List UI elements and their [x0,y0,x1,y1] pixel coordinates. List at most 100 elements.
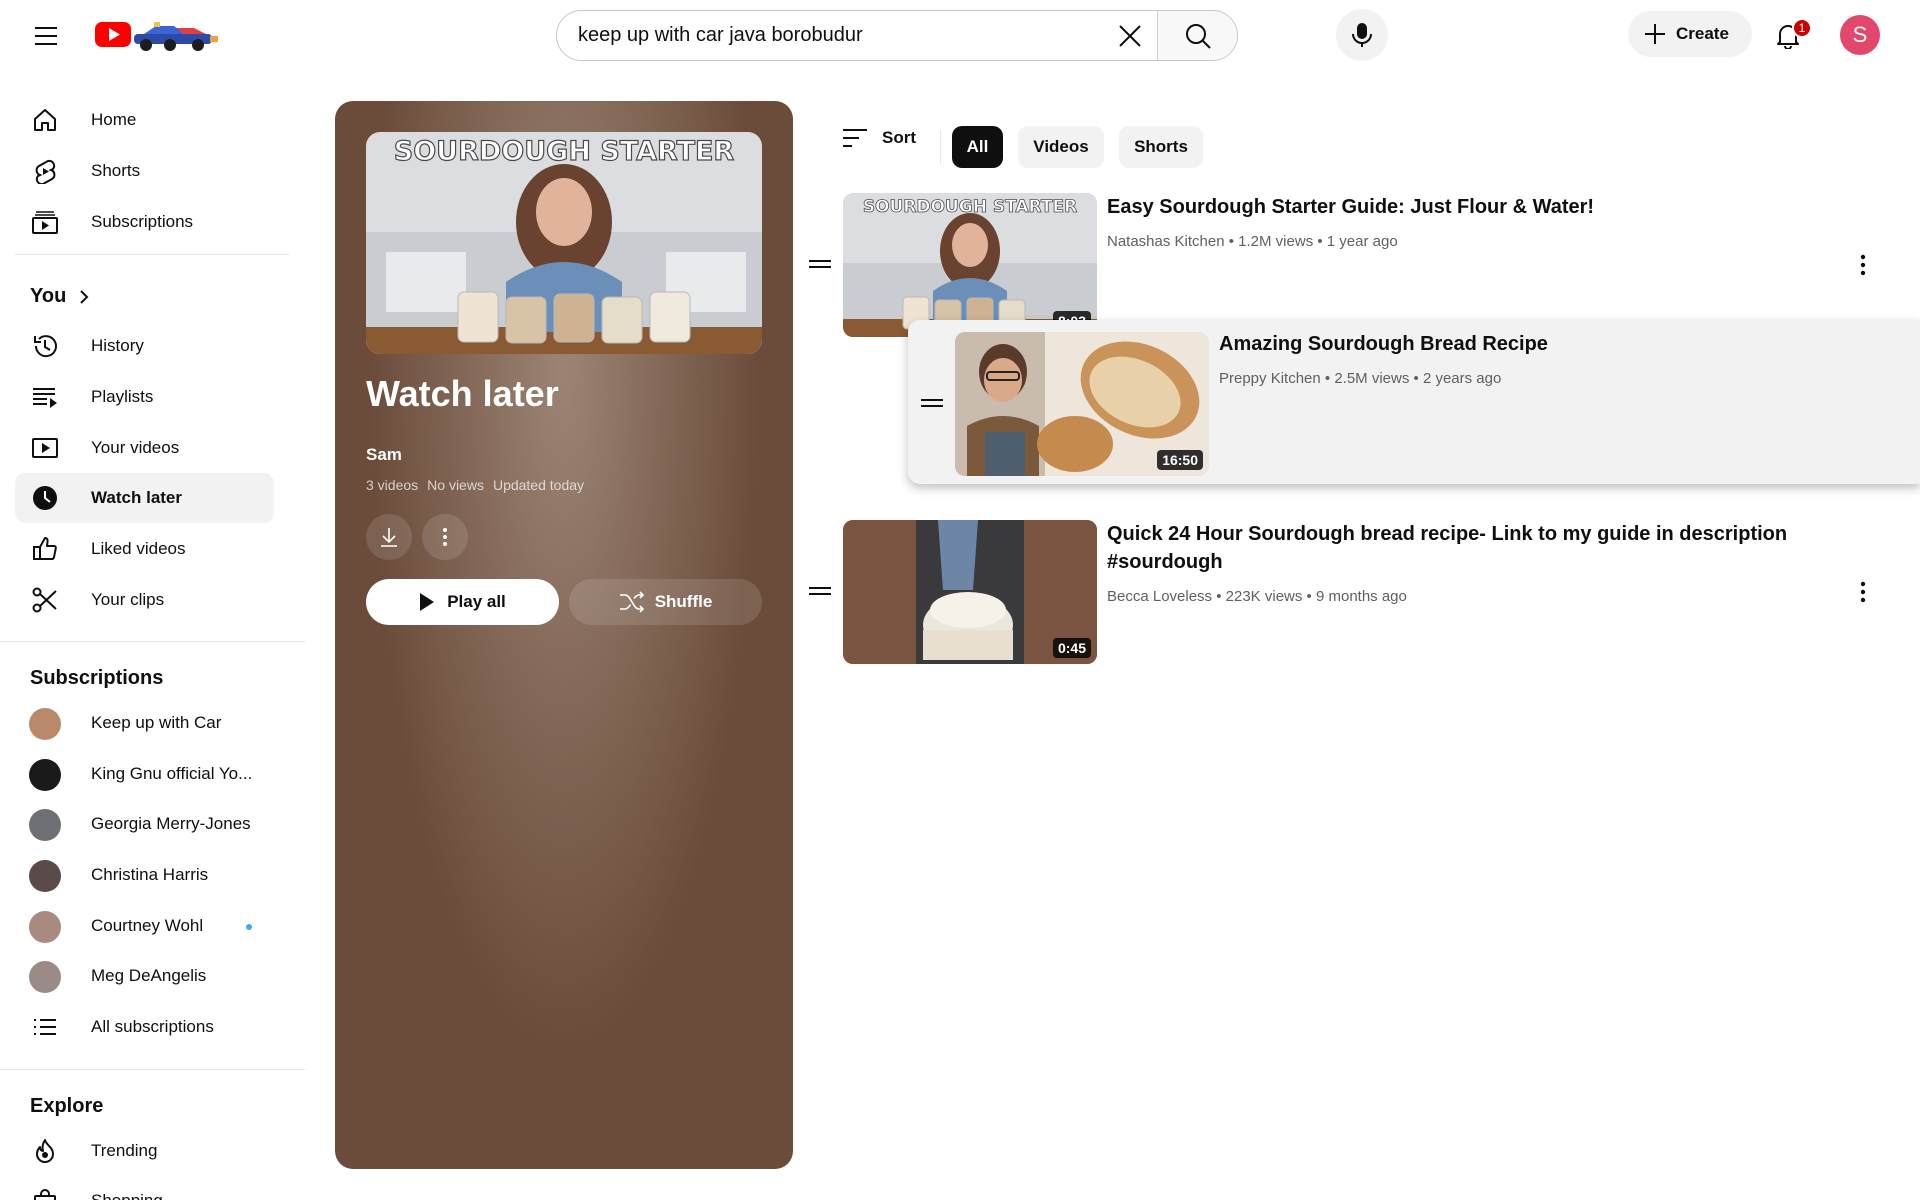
channel-name[interactable]: Becca Loveless [1107,588,1212,605]
explore-title: Explore [30,1095,104,1117]
video-title[interactable]: Easy Sourdough Starter Guide: Just Flour… [1107,193,1807,221]
menu-icon[interactable] [24,14,68,58]
sidebar-item-shopping[interactable]: Shopping [15,1176,274,1200]
channel-avatar [29,708,61,740]
close-icon[interactable] [1103,11,1157,60]
search-button[interactable] [1157,11,1237,60]
you-title: You [30,284,67,307]
video-thumbnail[interactable]: 16:50 [955,332,1209,476]
divider [940,130,941,164]
duration-badge: 0:45 [1052,638,1091,658]
sidebar-item-your-clips[interactable]: Your clips [15,575,274,625]
meta-separator: • [1317,233,1327,250]
drag-handle-icon[interactable] [808,257,832,271]
sidebar-you-header[interactable]: You [15,271,274,321]
video-menu-button[interactable] [1843,572,1883,612]
sidebar-item-label: Playlists [91,387,154,406]
subscriptions-title: Subscriptions [30,667,164,689]
download-button[interactable] [366,514,412,560]
subscription-label: Courtney Wohl [91,916,204,935]
duration-badge: 16:50 [1157,450,1203,470]
sidebar-item-label: Shopping [91,1191,163,1200]
search-input[interactable] [557,11,1103,60]
microphone-icon [1352,23,1372,47]
subscription-item[interactable]: Courtney Wohl [15,901,274,951]
playlist-owner[interactable]: Sam [366,445,402,465]
sidebar-item-label: Trending [91,1141,158,1160]
account-avatar[interactable]: S [1840,15,1880,55]
drag-handle-icon[interactable] [808,584,832,598]
more-actions-button[interactable] [422,514,468,560]
divider [0,1069,305,1070]
channel-name[interactable]: Preppy Kitchen [1219,370,1321,387]
view-count: 223K views [1225,588,1303,605]
subscription-item[interactable]: Christina Harris [15,850,274,900]
subscriptions-icon [32,209,58,235]
video-thumbnail[interactable]: 0:45 [843,520,1097,664]
video-thumbnail[interactable]: SOURDOUGH STARTER 8:03 [843,193,1097,337]
updated-text: Updated today [492,477,585,493]
shuffle-button[interactable]: Shuffle [569,579,762,625]
sidebar-item-home[interactable]: Home [15,95,274,145]
video-row-dragging[interactable]: 16:50 Amazing Sourdough Bread Recipe Pre… [908,320,1920,484]
meta-separator: • [1216,588,1226,605]
sort-button[interactable]: Sort [842,128,916,148]
view-count: 1.2M views [1238,233,1314,250]
chip-videos[interactable]: Videos [1018,126,1104,168]
sidebar-item-label: Your videos [91,438,180,457]
notification-badge: 1 [1792,18,1812,38]
divider [0,641,305,642]
subscription-label: King Gnu official Yo... [91,764,253,783]
sidebar-item-playlists[interactable]: Playlists [15,372,274,422]
sidebar-item-all-subscriptions[interactable]: All subscriptions [15,1002,274,1052]
chevron-right-icon [79,289,89,305]
shuffle-icon [619,591,644,613]
sort-icon [843,129,867,147]
channel-avatar [29,860,61,892]
notifications-button[interactable]: 1 [1766,14,1812,58]
youtube-logo[interactable] [94,16,224,52]
new-content-dot [246,924,252,930]
chip-shorts[interactable]: Shorts [1119,126,1203,168]
playlist-stats: 3 videos No views Updated today [366,477,584,493]
drag-handle-icon[interactable] [920,396,944,410]
sidebar-item-liked-videos[interactable]: Liked videos [15,524,274,574]
video-title[interactable]: Amazing Sourdough Bread Recipe [1219,330,1869,358]
channel-avatar [29,961,61,993]
sidebar-item-watch-later[interactable]: Watch later [15,473,274,523]
sidebar: Home Shorts Subscriptions You History Pl… [0,68,305,1200]
video-count: 3 videos [366,477,419,493]
sidebar-item-label: All subscriptions [91,1017,214,1036]
meta-separator: • [1324,370,1335,387]
subscription-item[interactable]: Meg DeAngelis [15,951,274,1001]
view-count: 2.5M views [1334,370,1410,387]
video-menu-button[interactable] [1843,245,1883,285]
upload-age: 1 year ago [1326,233,1398,250]
voice-search-button[interactable] [1336,9,1388,61]
subscription-item[interactable]: Georgia Merry-Jones [15,799,274,849]
playlist-thumbnail[interactable]: SOURDOUGH STARTER [366,132,762,354]
sidebar-item-history[interactable]: History [15,321,274,371]
search-icon [1185,23,1211,49]
shopping-icon [32,1188,58,1200]
chip-all[interactable]: All [952,126,1003,168]
trending-icon [32,1138,58,1164]
sidebar-item-subscriptions[interactable]: Subscriptions [15,197,274,247]
sidebar-item-trending[interactable]: Trending [15,1126,274,1176]
sidebar-item-your-videos[interactable]: Your videos [15,423,274,473]
sidebar-item-shorts[interactable]: Shorts [15,146,274,196]
channel-avatar [29,911,61,943]
subscription-item[interactable]: King Gnu official Yo... [15,749,274,799]
more-vert-icon [1860,254,1866,276]
video-row[interactable]: SOURDOUGH STARTER 8:03 Easy Sourdough St… [808,193,1908,337]
video-title[interactable]: Quick 24 Hour Sourdough bread recipe- Li… [1107,520,1827,576]
sidebar-item-label: Liked videos [91,539,186,558]
video-row[interactable]: 0:45 Quick 24 Hour Sourdough bread recip… [808,520,1908,664]
sidebar-item-label: Home [91,110,137,129]
create-button[interactable]: Create [1628,11,1752,57]
subscription-item[interactable]: Keep up with Car [15,698,274,748]
meta-separator: • [1228,233,1239,250]
channel-name[interactable]: Natashas Kitchen [1107,233,1225,250]
create-label: Create [1676,24,1729,43]
play-all-button[interactable]: Play all [366,579,559,625]
